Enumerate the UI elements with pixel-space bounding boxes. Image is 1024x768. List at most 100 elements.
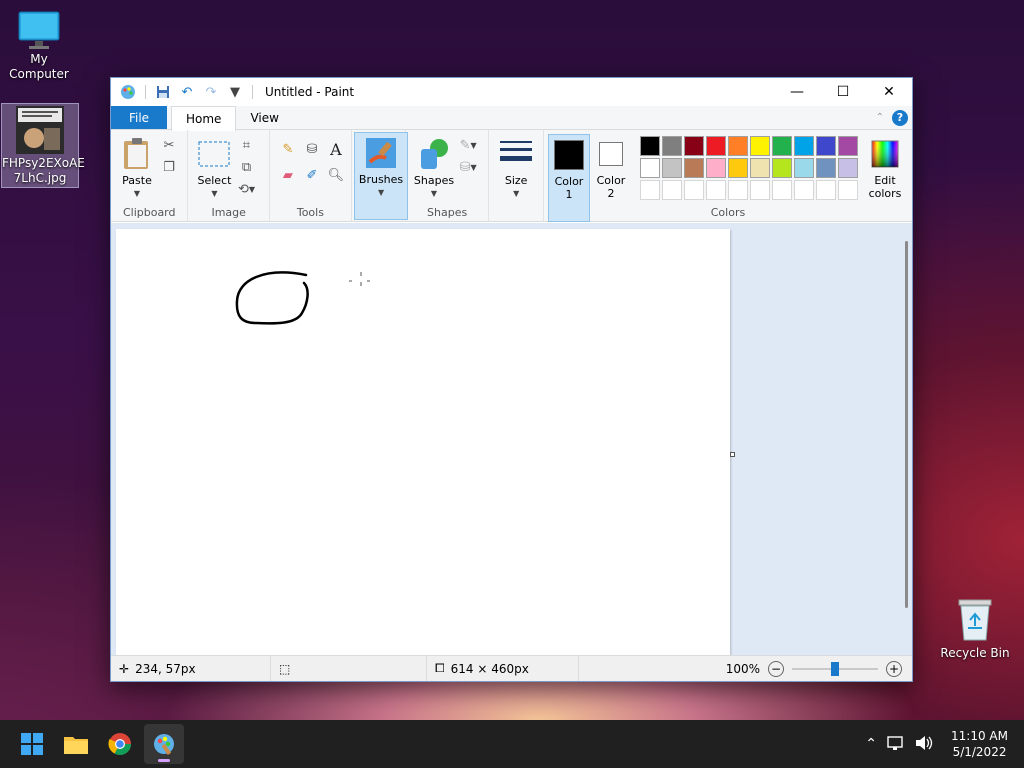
- help-icon[interactable]: ?: [892, 109, 908, 126]
- canvas-resize-handle-right[interactable]: [730, 452, 735, 457]
- select-label: Select: [197, 174, 232, 187]
- show-hidden-icons-chevron-icon[interactable]: ⌃: [865, 736, 877, 752]
- maximize-button[interactable]: ☐: [820, 78, 866, 106]
- custom-color-slot[interactable]: [771, 180, 792, 200]
- image-thumbnail-icon: [16, 106, 64, 154]
- vertical-scrollbar[interactable]: [905, 241, 908, 608]
- fill-bucket-icon[interactable]: ⛁: [302, 140, 322, 158]
- save-icon[interactable]: [154, 83, 172, 101]
- palette-swatch[interactable]: [749, 136, 770, 156]
- tab-view[interactable]: View: [236, 106, 292, 129]
- custom-color-slot[interactable]: [705, 180, 726, 200]
- taskbar-chrome[interactable]: [100, 724, 140, 764]
- desktop-icon-recycle-bin[interactable]: Recycle Bin: [936, 598, 1014, 661]
- text-tool-icon[interactable]: A: [326, 140, 346, 159]
- minimize-ribbon-chevron-icon[interactable]: ⌃: [876, 112, 884, 123]
- palette-swatch[interactable]: [771, 158, 792, 178]
- selection-rectangle-icon: [198, 141, 230, 167]
- magnifier-icon[interactable]: 🔍︎: [326, 166, 346, 184]
- paste-chevron-down-icon: ▼: [133, 189, 141, 198]
- custom-color-slot[interactable]: [749, 180, 770, 200]
- copy-icon[interactable]: ❐: [159, 158, 179, 176]
- clock[interactable]: 11:10 AM 5/1/2022: [951, 728, 1008, 760]
- palette-swatch[interactable]: [727, 136, 748, 156]
- custom-color-slot[interactable]: [683, 180, 704, 200]
- customize-toolbar-chevron-icon[interactable]: ▼: [226, 83, 244, 101]
- tab-home[interactable]: Home: [171, 106, 237, 131]
- palette-swatch[interactable]: [639, 158, 660, 178]
- crop-icon[interactable]: ⌗: [236, 136, 256, 154]
- paint-app-icon: [154, 734, 174, 756]
- drawing-canvas[interactable]: [116, 229, 730, 656]
- freehand-stroke: [235, 271, 370, 325]
- custom-color-slot[interactable]: [837, 180, 858, 200]
- shapes-icon: [421, 139, 448, 169]
- title-bar: ↶ ↷ ▼ Untitled - Paint — ☐ ✕: [111, 78, 912, 106]
- desktop-icon-label-line2: 7LhC.jpg: [13, 171, 67, 185]
- eraser-icon[interactable]: ▰: [278, 166, 298, 184]
- palette-swatch[interactable]: [661, 158, 682, 178]
- zoom-slider-thumb[interactable]: [831, 661, 839, 676]
- status-bar: ✛ 234, 57px ⬚ ⧠ 614 × 460px 100% − +: [111, 655, 912, 681]
- paste-label: Paste: [122, 174, 152, 187]
- cursor-position-icon: ✛: [119, 661, 130, 676]
- desktop-icon-image-file[interactable]: FHPsy2EXoAE 7LhC.jpg: [1, 103, 85, 188]
- custom-color-slot[interactable]: [639, 180, 660, 200]
- palette-swatch[interactable]: [837, 158, 858, 178]
- custom-color-slot[interactable]: [815, 180, 836, 200]
- color-picker-icon[interactable]: ✐: [302, 166, 322, 184]
- desktop-icon-my-computer[interactable]: My Computer: [0, 8, 78, 82]
- palette-swatch[interactable]: [661, 136, 682, 156]
- palette-swatch[interactable]: [749, 158, 770, 178]
- palette-swatch[interactable]: [683, 158, 704, 178]
- color2-label-line2: 2: [607, 187, 615, 200]
- outline-icon[interactable]: ✎ ▼: [458, 136, 478, 154]
- rotate-icon[interactable]: ⟲ ▼: [236, 180, 256, 198]
- fill-icon[interactable]: ⛁ ▼: [458, 158, 478, 176]
- group-colors: Color 1 Color 2 Edit colors Colors: [544, 130, 912, 222]
- palette-swatch[interactable]: [837, 136, 858, 156]
- palette-swatch[interactable]: [639, 136, 660, 156]
- palette-swatch[interactable]: [727, 158, 748, 178]
- brushes-label: Brushes: [358, 173, 404, 186]
- zoom-in-button[interactable]: +: [886, 660, 902, 677]
- tab-file[interactable]: File: [111, 106, 167, 129]
- canvas-size: 614 × 460px: [450, 661, 529, 676]
- palette-swatch[interactable]: [815, 158, 836, 178]
- network-icon[interactable]: [887, 735, 905, 754]
- redo-icon[interactable]: ↷: [202, 83, 220, 101]
- size-button[interactable]: Size ▼: [494, 134, 538, 222]
- line-thickness-icon: [500, 141, 533, 161]
- volume-icon[interactable]: [915, 735, 933, 754]
- undo-icon[interactable]: ↶: [178, 83, 196, 101]
- canvas-workspace: [111, 223, 912, 656]
- custom-color-slot[interactable]: [727, 180, 748, 200]
- cut-icon[interactable]: ✂: [159, 136, 179, 154]
- custom-color-slot[interactable]: [793, 180, 814, 200]
- palette-swatch[interactable]: [815, 136, 836, 156]
- chrome-icon: [108, 733, 131, 755]
- toolbar-divider: [252, 85, 253, 99]
- color2-label-line1: Color: [596, 174, 626, 187]
- palette-swatch[interactable]: [771, 136, 792, 156]
- pencil-icon[interactable]: ✎: [278, 140, 298, 158]
- minimize-button[interactable]: —: [774, 78, 820, 106]
- group-shapes: Shapes ▼ ✎ ▼ ⛁ ▼ Shapes: [406, 130, 490, 222]
- resize-icon[interactable]: ⧉: [236, 158, 256, 176]
- palette-swatch[interactable]: [793, 158, 814, 178]
- brushes-button[interactable]: Brushes ▼: [353, 132, 409, 220]
- palette-swatch[interactable]: [705, 136, 726, 156]
- palette-swatch[interactable]: [793, 136, 814, 156]
- start-button[interactable]: [12, 724, 52, 764]
- palette-swatch[interactable]: [705, 158, 726, 178]
- close-button[interactable]: ✕: [866, 78, 912, 106]
- brushes-chevron-down-icon: ▼: [377, 188, 385, 197]
- zoom-out-button[interactable]: −: [768, 660, 784, 677]
- quick-access-toolbar: ↶ ↷ ▼: [111, 83, 255, 101]
- palette-swatch[interactable]: [683, 136, 704, 156]
- taskbar-file-explorer[interactable]: [56, 724, 96, 764]
- zoom-slider[interactable]: [792, 661, 878, 676]
- custom-color-slot[interactable]: [661, 180, 682, 200]
- taskbar-paint[interactable]: [144, 724, 184, 764]
- folder-icon: [64, 737, 88, 754]
